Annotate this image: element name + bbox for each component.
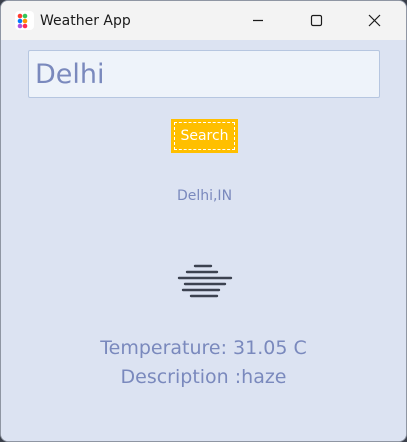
city-search-input[interactable] — [28, 50, 380, 98]
maximize-button[interactable] — [287, 1, 345, 40]
close-button[interactable] — [345, 1, 403, 40]
haze-icon — [177, 264, 233, 298]
minimize-button[interactable] — [229, 1, 287, 40]
location-label: Delhi,IN — [176, 188, 233, 204]
weather-app-window: Weather App Search Delhi,IN — [0, 0, 407, 442]
title-bar[interactable]: Weather App — [1, 1, 406, 40]
temperature-label: Temperature: 31.05 C — [100, 337, 307, 359]
app-icon — [15, 11, 34, 30]
main-content: Search Delhi,IN Temperature: 31.05 C Des… — [1, 40, 406, 441]
search-button[interactable]: Search — [171, 119, 238, 153]
description-label: Description :haze — [120, 366, 287, 388]
minimize-icon — [253, 19, 263, 22]
close-icon — [368, 14, 381, 27]
maximize-icon — [310, 14, 323, 27]
window-title: Weather App — [40, 13, 131, 29]
